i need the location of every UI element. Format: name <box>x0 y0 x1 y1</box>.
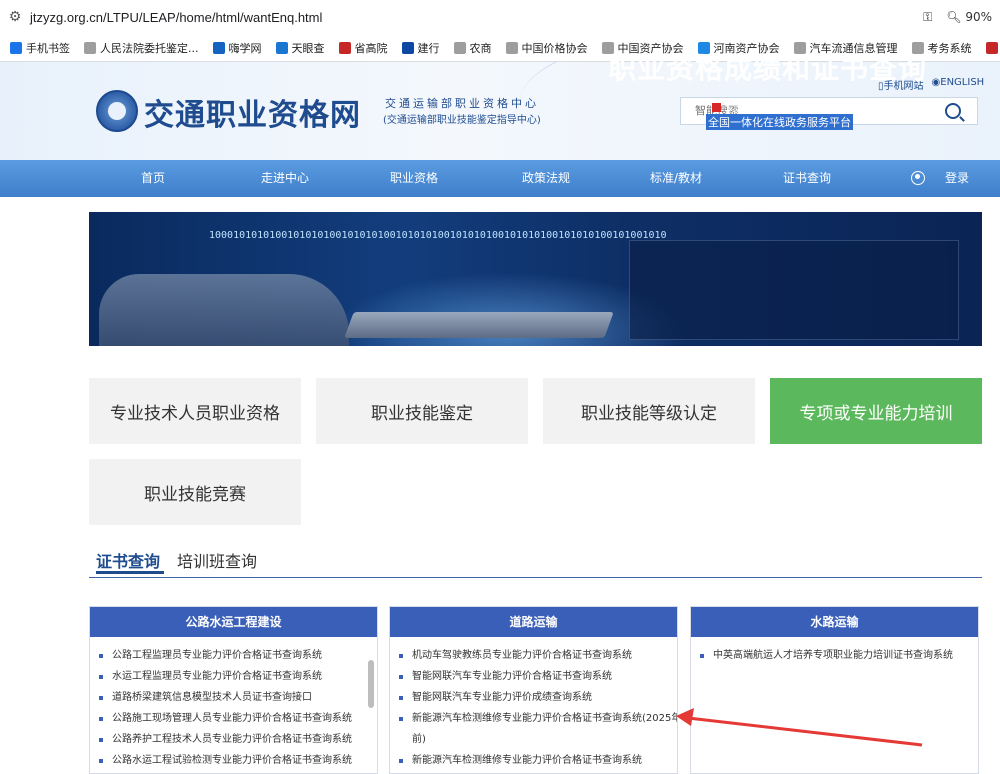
site-logo[interactable] <box>96 90 138 132</box>
query-tabs: 证书查询 培训班查询 <box>89 540 982 578</box>
list-item[interactable]: 公路养护工程技术人员专业能力评价合格证书查询系统 <box>90 729 377 750</box>
address-bar: ⚙ jtzyzg.org.cn/LTPU/LEAP/home/html/want… <box>0 0 1000 34</box>
bookmark-item[interactable]: 中国价格协会 <box>505 40 588 56</box>
category-skill-level[interactable]: 职业技能等级认定 <box>543 378 755 444</box>
red-square-icon <box>712 102 721 112</box>
banner-platform-2: 全国一体化在线政务服务平台 <box>706 114 853 130</box>
bookmark-item[interactable]: 手机书签 <box>10 40 70 56</box>
site-subtitle-2: (交通运输部职业技能鉴定指导中心) <box>383 115 541 126</box>
banner-platform-1: 交通运输部政务服务平台 <box>712 99 846 115</box>
bookmark-favicon-icon <box>338 41 351 54</box>
panel-list: 机动车驾驶教练员专业能力评价合格证书查询系统 智能网联汽车专业能力评价合格证书查… <box>390 637 677 771</box>
category-professional-qualification[interactable]: 专业技术人员职业资格 <box>89 378 301 444</box>
list-item[interactable]: 公路水运工程试验检测专业能力评价合格证书查询系统 <box>90 750 377 771</box>
list-item[interactable]: 智能网联汽车专业能力评价合格证书查询系统 <box>390 666 677 687</box>
nav-about[interactable]: 走进中心 <box>261 160 309 197</box>
bookmark-favicon-icon <box>505 41 518 54</box>
bookmark-favicon-icon <box>401 41 414 54</box>
category-special-training[interactable]: 专项或专业能力培训 <box>770 378 982 444</box>
list-item[interactable]: 公路工程监理员专业能力评价合格证书查询系统 <box>90 645 377 666</box>
panel-title: 水路运输 <box>691 607 978 637</box>
panel-title: 公路水运工程建设 <box>90 607 377 637</box>
bookmark-item[interactable]: 省高院 <box>338 40 388 56</box>
search-icon[interactable] <box>945 103 961 119</box>
bookmark-label: 中国价格协会 <box>521 41 588 55</box>
bookmark-label: 考务系统 <box>927 41 972 55</box>
list-item[interactable]: 机动车驾驶教练员专业能力评价合格证书查询系统 <box>390 645 677 666</box>
category-skill-appraisal[interactable]: 职业技能鉴定 <box>316 378 528 444</box>
site-title[interactable]: 交通职业资格网 <box>144 90 361 134</box>
bookmark-favicon-icon <box>84 41 96 54</box>
panel-list: 中英高端航运人才培养专项职业能力培训证书查询系统 <box>691 637 978 666</box>
english-link[interactable]: ◉ENGLISH <box>932 77 985 92</box>
bookmark-favicon-icon <box>212 41 225 54</box>
list-item[interactable]: 水运工程监理员专业能力评价合格证书查询系统 <box>90 666 377 687</box>
list-item[interactable]: 智能网联汽车专业能力评价成绩查询系统 <box>390 687 677 708</box>
banner-binary-text: 1000101010100101010100101010100101010100… <box>209 230 667 241</box>
login-link[interactable]: 登录 <box>945 160 969 197</box>
bookmark-label: 建行 <box>417 41 440 55</box>
list-item[interactable]: 新能源汽车检测维修专业能力评价合格证书查询系统 <box>390 750 677 771</box>
category-skill-competition[interactable]: 职业技能竞赛 <box>89 459 301 525</box>
zoom-indicator[interactable]: 🔍︎ 90% <box>946 10 992 24</box>
bookmark-label: 人民法院委托鉴定... <box>100 41 199 55</box>
bookmark-item[interactable]: 农商 <box>453 40 492 56</box>
banner-screen-image <box>629 240 959 340</box>
bookmark-label: 省高院 <box>354 41 388 55</box>
list-item[interactable]: 新能源汽车检测维修专业能力评价合格证书查询系统(2025年 <box>390 708 677 729</box>
nav-qualification[interactable]: 职业资格 <box>390 160 438 197</box>
bookmark-label: 手机书签 <box>26 41 70 55</box>
panel-highway-waterway: 公路水运工程建设 公路工程监理员专业能力评价合格证书查询系统 水运工程监理员专业… <box>89 606 378 774</box>
bookmark-item[interactable]: 天眼查 <box>275 40 325 56</box>
bookmark-favicon-icon <box>10 41 22 54</box>
tab-certificate-query[interactable]: 证书查询 <box>96 548 160 572</box>
bookmark-favicon-icon <box>453 41 466 54</box>
browser-right-controls: ⚿ 🔍︎ 90% <box>923 0 992 34</box>
list-item[interactable]: 中英高端航运人才培养专项职业能力培训证书查询系统 <box>691 645 978 666</box>
list-item[interactable]: 公路施工现场管理人员专业能力评价合格证书查询系统 <box>90 708 377 729</box>
list-item-continuation[interactable]: 前) <box>390 729 677 750</box>
main-nav: 首页 走进中心 职业资格 政策法规 标准/教材 证书查询 登录 <box>0 160 1000 197</box>
nav-home[interactable]: 首页 <box>141 160 165 197</box>
password-key-icon[interactable]: ⚿ <box>923 10 932 25</box>
nav-certificate-query[interactable]: 证书查询 <box>783 160 831 197</box>
panel-waterway-transport: 水路运输 中英高端航运人才培养专项职业能力培训证书查询系统 <box>690 606 979 774</box>
bookmark-item[interactable]: 建行 <box>401 40 440 56</box>
zoom-level: 90% <box>965 10 992 24</box>
nav-standards[interactable]: 标准/教材 <box>650 160 702 197</box>
bookmark-favicon-icon <box>275 41 288 54</box>
bookmark-label: 天眼查 <box>291 41 325 55</box>
bookmark-label: 农商 <box>469 41 492 55</box>
bookmark-item[interactable]: 嗨学网 <box>212 40 262 56</box>
hero-banner: 1000101010100101010100101010100101010100… <box>89 212 982 346</box>
site-settings-icon[interactable]: ⚙ <box>0 9 30 25</box>
bookmark-item[interactable]: 中国国家 <box>985 40 1000 56</box>
tab-training-query[interactable]: 培训班查询 <box>177 548 257 572</box>
banner-hand-image <box>99 274 349 346</box>
panel-road-transport: 道路运输 机动车驾驶教练员专业能力评价合格证书查询系统 智能网联汽车专业能力评价… <box>389 606 678 774</box>
bookmark-item[interactable]: 人民法院委托鉴定... <box>84 40 199 56</box>
url-text[interactable]: jtzyzg.org.cn/LTPU/LEAP/home/html/wantEn… <box>30 10 322 25</box>
site-subtitle: 交通运输部职业资格中心 <box>385 97 539 110</box>
banner-laptop-image <box>344 312 614 338</box>
panel-scrollbar[interactable] <box>368 660 374 708</box>
user-icon[interactable] <box>911 171 925 185</box>
bookmark-label: 嗨学网 <box>228 41 262 55</box>
list-item[interactable]: 道路桥梁建筑信息模型技术人员证书查询接口 <box>90 687 377 708</box>
panel-title: 道路运输 <box>390 607 677 637</box>
bookmark-favicon-icon <box>985 41 998 54</box>
nav-policy[interactable]: 政策法规 <box>522 160 570 197</box>
panel-list: 公路工程监理员专业能力评价合格证书查询系统 水运工程监理员专业能力评价合格证书查… <box>90 637 377 771</box>
active-tab-indicator <box>96 571 164 574</box>
banner-title: 职业资格成绩和证书查询 <box>608 52 928 85</box>
